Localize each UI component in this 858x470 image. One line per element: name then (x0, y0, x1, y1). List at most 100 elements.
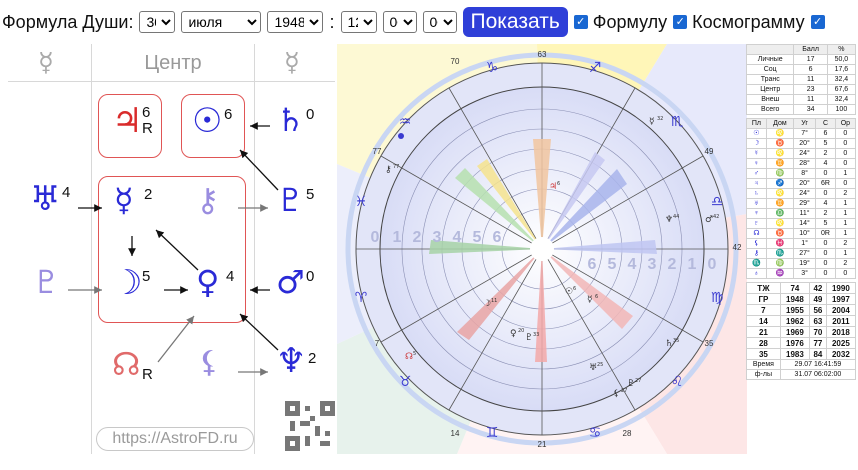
table-cell: 1997 (825, 293, 857, 305)
formula-checkbox-label: Формулу (592, 11, 668, 32)
table-row: ⚸ ♓ 1° 0 2 (746, 238, 857, 249)
table-cell: 2 (834, 258, 857, 269)
table-cell: ⚷ (746, 248, 767, 259)
second-select[interactable]: 00 (422, 11, 457, 33)
node-mark-icon[interactable]: ☊ (405, 352, 413, 362)
site-url[interactable]: https://AstroFD.ru (96, 427, 254, 451)
check-icon[interactable]: ✓ (810, 15, 825, 29)
year-select[interactable]: 1948 (267, 11, 324, 33)
formula-arrows (68, 122, 279, 376)
venus-mark-icon[interactable]: ♀ (510, 329, 517, 339)
arrow (157, 315, 195, 363)
day-select[interactable]: 30 (139, 11, 176, 33)
table-cell: 1948 (779, 293, 811, 305)
mars-mark-label: 42 (713, 214, 719, 220)
month-select[interactable]: июля (181, 11, 262, 33)
minute-select[interactable]: 00 (382, 11, 417, 33)
table-row: ♃ ♐ 20° 6R 0 (746, 178, 857, 189)
table-cell: 1 (834, 218, 857, 229)
pluto-mark-icon[interactable]: ♇ (627, 379, 635, 389)
moon-mark-icon[interactable]: ☽ (483, 299, 491, 309)
table-cell: 23 (793, 84, 828, 95)
cosmogram-checkbox[interactable]: ✓ Космограмму (673, 11, 805, 33)
natal-chart[interactable]: 63 49 42 35 28 21 14 7 77 70 0 1 2 3 4 5… (337, 44, 747, 454)
table-cell: Транс (745, 74, 795, 85)
table-cell: 0 (834, 158, 857, 169)
table-row: Центр 23 67,6 (745, 84, 857, 95)
table-header: Балл (793, 44, 828, 55)
table-cell: 14 (746, 315, 781, 327)
table-row: Транс 11 32,4 (745, 74, 857, 85)
table-cell: 20° (792, 138, 817, 149)
table-cell: ♍ (765, 258, 794, 269)
table-cell: ♎ (765, 208, 794, 219)
table-cell: 2025 (825, 337, 857, 349)
table-cell: 32,4 (826, 74, 857, 85)
table-row: ГР 1948 49 1997 (746, 293, 857, 305)
table-cell: ф-лы (746, 369, 781, 380)
table-cell: 5 (815, 138, 836, 149)
table-cell: 17,6 (826, 64, 857, 75)
table-cell: ♃ (746, 178, 767, 189)
zodiac-sign-icon: ♎ (711, 194, 724, 210)
ring-number: 3 (433, 229, 442, 246)
table-cell: 100 (826, 104, 857, 115)
cosmogram-checkbox-label: Космограмму (692, 11, 805, 32)
check-icon[interactable]: ✓ (673, 15, 688, 29)
table-cell: 6 (793, 64, 828, 75)
table-cell: 1 (834, 198, 857, 209)
qr-code-icon[interactable] (285, 401, 335, 451)
node-mark-label: 5 (413, 351, 416, 357)
lilith-mark-icon[interactable]: ⚸ (613, 389, 620, 399)
table-cell: 1969 (779, 326, 811, 338)
table-cell: 0 (834, 268, 857, 279)
table-cell: 67,6 (826, 84, 857, 95)
degree-label: 70 (451, 57, 460, 66)
mercury-mark-label: 32 (657, 116, 663, 122)
table-cell: 24° (792, 148, 817, 159)
table-cell: 27° (792, 248, 817, 259)
formula-checkbox[interactable]: ✓ Формулу (573, 11, 668, 33)
zodiac-sign-icon: ♒ (399, 114, 412, 130)
uranus-mark-label: 25 (597, 362, 603, 368)
table-cell: ♍ (765, 168, 794, 179)
extra-checkbox[interactable]: ✓ (810, 15, 825, 29)
table-cell: 1976 (779, 337, 811, 349)
degree-label: 14 (451, 429, 460, 438)
zodiac-sign-icon: ♓ (355, 194, 368, 210)
pluto-mark-icon[interactable]: ♇ (525, 333, 533, 343)
sun-mark-icon[interactable]: ☉ (565, 287, 573, 297)
mars-mark-icon[interactable]: ♂ (705, 215, 713, 225)
hour-select[interactable]: 12 (340, 11, 377, 33)
table-cell: 49 (809, 293, 827, 305)
table-cell: ♏ (765, 248, 794, 259)
saturn-mark-icon[interactable]: ♄ (665, 339, 673, 349)
mercury-mark-icon[interactable]: ☿ (587, 295, 593, 305)
table-row: ♁ ♒ 3° 0 0 (746, 268, 857, 279)
check-icon[interactable]: ✓ (573, 15, 588, 29)
show-button[interactable]: Показать (462, 7, 568, 37)
table-header: Дом (765, 118, 794, 129)
table-cell: 10° (792, 228, 817, 239)
table-cell: 29.07 16:41:59 (779, 359, 857, 370)
table-row: ф-лы 31.07 06:02:00 (746, 369, 857, 380)
mercury-mark-icon[interactable]: ☿ (649, 117, 655, 127)
table-cell: Личные (745, 54, 795, 65)
table-row: ♆ ♎ 11° 2 1 (746, 208, 857, 219)
table-cell: 70 (809, 326, 827, 338)
table-cell: 7 (746, 304, 781, 316)
table-row: ♇ ♌ 14° 5 1 (746, 218, 857, 229)
table-header: % (826, 44, 857, 55)
degree-label: 49 (705, 147, 714, 156)
chiron-mark-icon[interactable]: ⚷ (385, 165, 392, 175)
neptune-mark-label: 44 (673, 214, 679, 220)
jupiter-mark-label: 6 (557, 181, 560, 187)
jupiter-mark-icon[interactable]: ♃ (549, 182, 557, 192)
table-cell: 11 (793, 94, 828, 105)
neptune-mark-icon[interactable]: ♆ (665, 215, 673, 225)
degree-label: 42 (733, 243, 742, 252)
uranus-mark-icon[interactable]: ♅ (589, 363, 597, 373)
degree-label: 35 (705, 339, 714, 348)
table-cell: 2004 (825, 304, 857, 316)
zodiac-sign-icon: ♊ (486, 425, 499, 441)
